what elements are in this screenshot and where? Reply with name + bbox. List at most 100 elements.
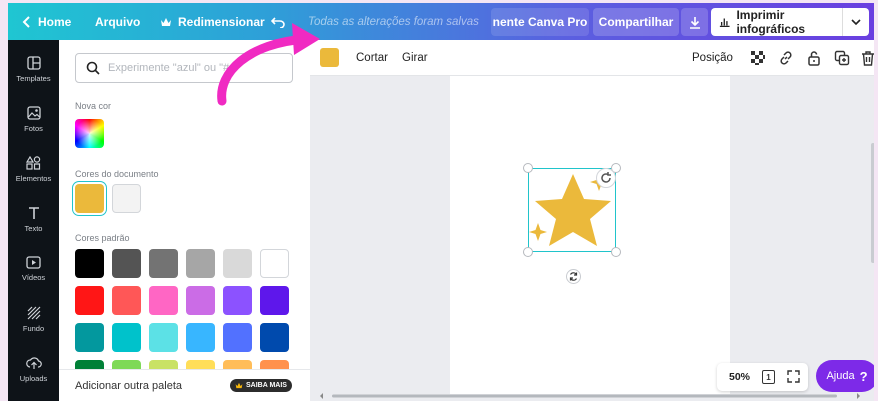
- rotate-icon: [569, 272, 578, 281]
- canvas-workspace: [310, 76, 874, 401]
- file-label: Arquivo: [95, 14, 141, 29]
- rail-label: Elementos: [15, 173, 52, 183]
- crop-label: Cortar: [356, 52, 388, 64]
- default-color-swatch[interactable]: [260, 286, 289, 315]
- bar-chart-icon: [719, 18, 730, 28]
- default-color-swatch[interactable]: [186, 286, 215, 315]
- page-count-button[interactable]: 1: [762, 370, 775, 384]
- help-label: Ajuda: [826, 370, 855, 382]
- default-color-swatch[interactable]: [223, 249, 252, 278]
- default-color-swatch[interactable]: [260, 249, 289, 278]
- canva-pro-label: nente Canva Pro: [492, 15, 588, 29]
- refresh-icon: [601, 172, 611, 183]
- learn-more-badge[interactable]: SAIBA MAIS: [230, 379, 292, 392]
- document-color-swatch[interactable]: [112, 184, 141, 213]
- print-label: Imprimir infográficos: [736, 8, 806, 36]
- context-toolbar: Cortar Girar Posição: [310, 40, 874, 76]
- default-color-swatch[interactable]: [186, 249, 215, 278]
- default-color-swatch[interactable]: [186, 323, 215, 352]
- crown-icon: [235, 382, 243, 389]
- zoom-control: 50% 1: [717, 363, 808, 391]
- resize-handle-bottom-right[interactable]: [611, 247, 621, 257]
- rail-item-text[interactable]: Texto: [8, 196, 59, 242]
- file-menu[interactable]: Arquivo: [95, 3, 140, 40]
- video-icon: [26, 256, 41, 269]
- link-icon[interactable]: [778, 50, 794, 66]
- vertical-scrollbar[interactable]: [871, 143, 874, 263]
- chevron-down-icon: [851, 18, 861, 25]
- rail-item-photos[interactable]: Fotos: [8, 96, 59, 142]
- top-bar: Home Arquivo Redimensionar Todas as alte…: [8, 3, 874, 40]
- home-label: Home: [38, 14, 72, 29]
- crop-button[interactable]: Cortar: [356, 40, 388, 76]
- default-color-swatch[interactable]: [149, 323, 178, 352]
- elements-icon: [26, 155, 41, 170]
- new-color-heading: Nova cor: [75, 101, 112, 111]
- position-label: Posição: [692, 52, 733, 64]
- help-button[interactable]: Ajuda ?: [816, 360, 874, 392]
- new-color-picker[interactable]: [75, 119, 104, 148]
- rail-item-templates[interactable]: Templates: [8, 46, 59, 92]
- duplicate-icon[interactable]: [834, 50, 850, 66]
- save-status: Todas as alterações foram salvas: [308, 3, 479, 40]
- rail-item-elements[interactable]: Elementos: [8, 146, 59, 192]
- default-color-swatch[interactable]: [149, 286, 178, 315]
- chevron-left-icon: [22, 15, 30, 28]
- add-palette-row: Adicionar outra paleta SAIBA MAIS: [59, 369, 310, 401]
- rail-item-videos[interactable]: Vídeos: [8, 246, 59, 292]
- editor-frame: Home Arquivo Redimensionar Todas as alte…: [8, 3, 874, 401]
- default-color-swatch[interactable]: [75, 323, 104, 352]
- page-refresh-button[interactable]: [596, 168, 616, 188]
- default-color-swatch[interactable]: [223, 323, 252, 352]
- default-color-swatch[interactable]: [112, 323, 141, 352]
- rail-label: Uploads: [19, 373, 48, 383]
- flip-label: Girar: [402, 52, 428, 64]
- download-icon: [689, 16, 700, 29]
- default-color-swatch[interactable]: [260, 323, 289, 352]
- download-button[interactable]: [681, 8, 708, 36]
- rotate-element-handle[interactable]: [566, 269, 581, 284]
- transparency-icon[interactable]: [750, 50, 766, 66]
- rail-label: Fotos: [24, 123, 43, 133]
- default-color-swatch[interactable]: [223, 286, 252, 315]
- horizontal-scrollbar[interactable]: [320, 392, 860, 400]
- design-page[interactable]: [450, 76, 730, 394]
- home-button[interactable]: Home: [22, 3, 71, 40]
- annotation-arrow-graphic: [217, 23, 320, 106]
- share-label: Compartilhar: [598, 15, 674, 29]
- rail-label: Fundo: [22, 323, 45, 333]
- position-button[interactable]: Posição: [692, 40, 733, 76]
- page-number: 1: [766, 372, 771, 382]
- add-palette-link[interactable]: Adicionar outra paleta: [75, 380, 182, 392]
- background-icon: [27, 306, 40, 319]
- default-colors-heading: Cores padrão: [75, 233, 130, 243]
- default-color-swatch[interactable]: [149, 249, 178, 278]
- crown-icon: [161, 17, 171, 26]
- default-color-swatch[interactable]: [112, 249, 141, 278]
- default-color-swatch[interactable]: [75, 286, 104, 315]
- help-question-icon: ?: [859, 368, 868, 384]
- rail-item-uploads[interactable]: Uploads: [8, 346, 59, 392]
- templates-icon: [26, 55, 41, 70]
- share-button[interactable]: Compartilhar: [593, 8, 679, 36]
- text-icon: [28, 206, 39, 219]
- resize-handle-top-left[interactable]: [523, 163, 533, 173]
- document-color-swatch[interactable]: [75, 184, 104, 213]
- default-color-swatch[interactable]: [75, 249, 104, 278]
- canva-pro-button[interactable]: nente Canva Pro: [491, 8, 589, 36]
- search-icon: [86, 61, 100, 75]
- resize-handle-bottom-left[interactable]: [523, 247, 533, 257]
- side-rail: Templates Fotos Elementos Texto Vídeos F…: [8, 40, 59, 401]
- print-options-toggle[interactable]: [843, 18, 869, 26]
- rail-label: Vídeos: [21, 273, 46, 282]
- default-color-swatch[interactable]: [112, 286, 141, 315]
- upload-icon: [25, 356, 42, 369]
- print-button[interactable]: Imprimir infográficos: [711, 8, 869, 36]
- fullscreen-icon[interactable]: [787, 370, 800, 383]
- zoom-percent[interactable]: 50%: [729, 371, 750, 383]
- rail-item-background[interactable]: Fundo: [8, 296, 59, 342]
- unlock-icon[interactable]: [806, 50, 822, 66]
- flip-button[interactable]: Girar: [402, 40, 428, 76]
- trash-icon[interactable]: [860, 50, 874, 66]
- learn-more-label: SAIBA MAIS: [246, 382, 287, 389]
